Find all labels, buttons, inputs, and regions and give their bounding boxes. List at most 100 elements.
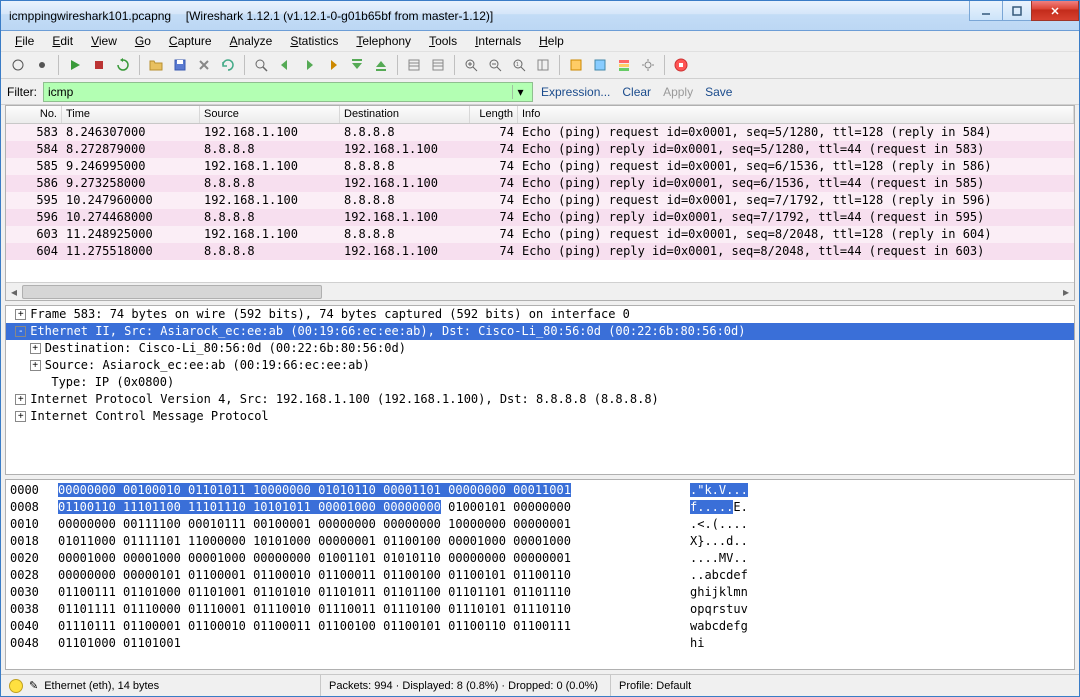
hex-line[interactable]: 001801011000 01111101 11000000 10101000 … [10, 533, 1070, 550]
title-filename: icmppingwireshark101.pcapng [9, 9, 171, 23]
packet-list-body[interactable]: 5838.246307000192.168.1.1008.8.8.874Echo… [6, 124, 1074, 282]
go-forward-icon[interactable] [298, 54, 320, 76]
go-first-icon[interactable] [346, 54, 368, 76]
svg-text:1: 1 [516, 62, 519, 68]
expert-info-icon[interactable] [9, 679, 23, 693]
packet-row[interactable]: 59510.247960000192.168.1.1008.8.8.874Ech… [6, 192, 1074, 209]
tree-line[interactable]: -Ethernet II, Src: Asiarock_ec:ee:ab (00… [6, 323, 1074, 340]
menu-internals[interactable]: Internals [467, 33, 529, 49]
packet-details-pane[interactable]: +Frame 583: 74 bytes on wire (592 bits),… [5, 305, 1075, 475]
zoom-out-icon[interactable] [484, 54, 506, 76]
close-button[interactable] [1031, 1, 1079, 21]
hex-line[interactable]: 004001110111 01100001 01100010 01100011 … [10, 618, 1070, 635]
tree-line[interactable]: +Destination: Cisco-Li_80:56:0d (00:22:6… [6, 340, 1074, 357]
go-back-icon[interactable] [274, 54, 296, 76]
menu-help[interactable]: Help [531, 33, 572, 49]
open-file-icon[interactable] [145, 54, 167, 76]
options-icon[interactable] [31, 54, 53, 76]
start-capture-icon[interactable] [64, 54, 86, 76]
col-destination[interactable]: Destination [340, 106, 470, 123]
zoom-100-icon[interactable]: 1 [508, 54, 530, 76]
app-window: icmppingwireshark101.pcapng [Wireshark 1… [0, 0, 1080, 697]
stop-capture-icon[interactable] [88, 54, 110, 76]
tree-line[interactable]: Type: IP (0x0800) [6, 374, 1074, 391]
hex-line[interactable]: 001000000000 00111100 00010111 00100001 … [10, 516, 1070, 533]
packet-row[interactable]: 5848.2728790008.8.8.8192.168.1.10074Echo… [6, 141, 1074, 158]
zoom-in-icon[interactable] [460, 54, 482, 76]
menu-file[interactable]: File [7, 33, 42, 49]
menu-edit[interactable]: Edit [44, 33, 81, 49]
menu-analyze[interactable]: Analyze [222, 33, 281, 49]
menu-telephony[interactable]: Telephony [348, 33, 419, 49]
hex-line[interactable]: 004801101000 01101001hi [10, 635, 1070, 652]
main-toolbar: 1 [1, 51, 1079, 79]
maximize-button[interactable] [1003, 1, 1031, 21]
apply-link[interactable]: Apply [659, 85, 697, 99]
interfaces-icon[interactable] [7, 54, 29, 76]
menu-statistics[interactable]: Statistics [282, 33, 346, 49]
status-packets: Packets: 994 · Displayed: 8 (0.8%) · Dro… [329, 680, 598, 692]
col-info[interactable]: Info [518, 106, 1074, 123]
window-buttons [969, 1, 1079, 21]
packet-row[interactable]: 5859.246995000192.168.1.1008.8.8.874Echo… [6, 158, 1074, 175]
help-icon[interactable] [670, 54, 692, 76]
edit-icon[interactable]: ✎ [29, 679, 38, 692]
col-time[interactable]: Time [62, 106, 200, 123]
display-filters-icon[interactable] [589, 54, 611, 76]
tree-line[interactable]: +Frame 583: 74 bytes on wire (592 bits),… [6, 306, 1074, 323]
hex-line[interactable]: 002000001000 00001000 00001000 00000000 … [10, 550, 1070, 567]
filter-input[interactable] [48, 85, 512, 99]
filter-input-wrap: ▾ [43, 82, 533, 102]
tree-line[interactable]: +Internet Protocol Version 4, Src: 192.1… [6, 391, 1074, 408]
horizontal-scrollbar[interactable]: ◂▸ [6, 282, 1074, 300]
packet-row[interactable]: 60411.2755180008.8.8.8192.168.1.10074Ech… [6, 243, 1074, 260]
packet-bytes-pane[interactable]: 000000000000 00100010 01101011 10000000 … [5, 479, 1075, 670]
titlebar[interactable]: icmppingwireshark101.pcapng [Wireshark 1… [1, 1, 1079, 31]
packet-row[interactable]: 5869.2732580008.8.8.8192.168.1.10074Echo… [6, 175, 1074, 192]
clear-link[interactable]: Clear [618, 85, 655, 99]
hex-line[interactable]: 000000000000 00100010 01101011 10000000 … [10, 482, 1070, 499]
tree-line[interactable]: +Source: Asiarock_ec:ee:ab (00:19:66:ec:… [6, 357, 1074, 374]
menu-tools[interactable]: Tools [421, 33, 465, 49]
status-profile[interactable]: Profile: Default [619, 680, 691, 692]
status-bar: ✎ Ethernet (eth), 14 bytes Packets: 994 … [1, 674, 1079, 696]
packet-list-header: No. Time Source Destination Length Info [6, 106, 1074, 124]
capture-filters-icon[interactable] [565, 54, 587, 76]
menu-bar: FileEditViewGoCaptureAnalyzeStatisticsTe… [1, 31, 1079, 51]
col-source[interactable]: Source [200, 106, 340, 123]
resize-columns-icon[interactable] [532, 54, 554, 76]
status-left: Ethernet (eth), 14 bytes [44, 680, 159, 692]
packet-row[interactable]: 5838.246307000192.168.1.1008.8.8.874Echo… [6, 124, 1074, 141]
menu-capture[interactable]: Capture [161, 33, 220, 49]
filter-dropdown-icon[interactable]: ▾ [512, 85, 528, 99]
autoscroll-icon[interactable] [427, 54, 449, 76]
minimize-button[interactable] [969, 1, 1003, 21]
packet-row[interactable]: 59610.2744680008.8.8.8192.168.1.10074Ech… [6, 209, 1074, 226]
colorize-icon[interactable] [403, 54, 425, 76]
filter-bar: Filter: ▾ Expression... Clear Apply Save [1, 79, 1079, 105]
go-to-icon[interactable] [322, 54, 344, 76]
hex-line[interactable]: 003801101111 01110000 01110001 01110010 … [10, 601, 1070, 618]
go-last-icon[interactable] [370, 54, 392, 76]
expression-link[interactable]: Expression... [537, 85, 614, 99]
window-title: icmppingwireshark101.pcapng [Wireshark 1… [9, 9, 969, 23]
packet-row[interactable]: 60311.248925000192.168.1.1008.8.8.874Ech… [6, 226, 1074, 243]
col-no[interactable]: No. [6, 106, 62, 123]
restart-capture-icon[interactable] [112, 54, 134, 76]
save-link[interactable]: Save [701, 85, 736, 99]
title-appstring: [Wireshark 1.12.1 (v1.12.1-0-g01b65bf fr… [186, 9, 493, 23]
menu-view[interactable]: View [83, 33, 125, 49]
find-icon[interactable] [250, 54, 272, 76]
menu-go[interactable]: Go [127, 33, 159, 49]
reload-icon[interactable] [217, 54, 239, 76]
preferences-icon[interactable] [637, 54, 659, 76]
hex-line[interactable]: 002800000000 00000101 01100001 01100010 … [10, 567, 1070, 584]
coloring-rules-icon[interactable] [613, 54, 635, 76]
tree-line[interactable]: +Internet Control Message Protocol [6, 408, 1074, 425]
hex-line[interactable]: 000801100110 11101100 11101110 10101011 … [10, 499, 1070, 516]
col-length[interactable]: Length [470, 106, 518, 123]
close-file-icon[interactable] [193, 54, 215, 76]
filter-label: Filter: [7, 85, 39, 99]
save-file-icon[interactable] [169, 54, 191, 76]
hex-line[interactable]: 003001100111 01101000 01101001 01101010 … [10, 584, 1070, 601]
